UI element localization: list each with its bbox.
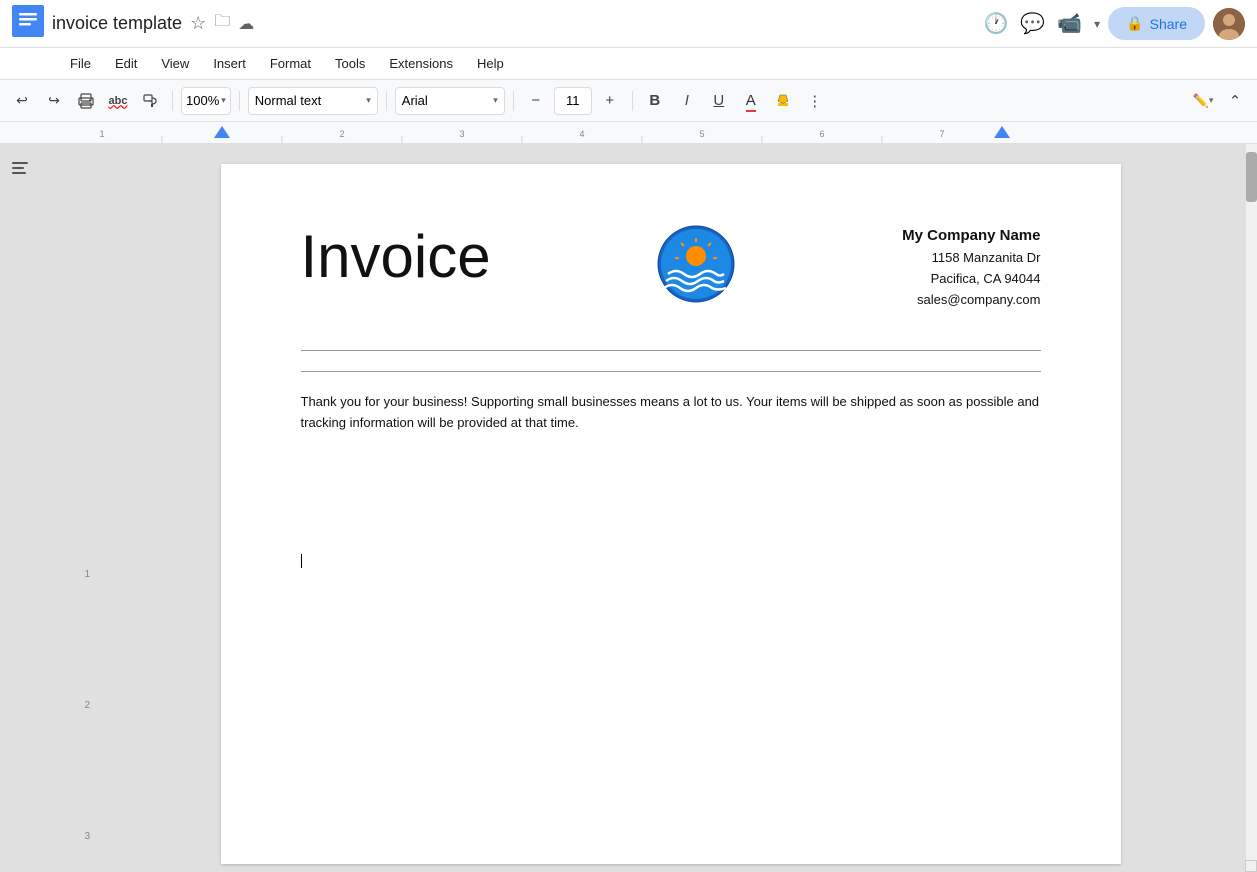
company-address1: 1158 Manzanita Dr	[902, 248, 1040, 269]
scrollbar[interactable]	[1245, 144, 1257, 872]
style-chevron: ▾	[366, 95, 371, 106]
menu-help[interactable]: Help	[467, 52, 514, 75]
zoom-control[interactable]: 100% ▾	[181, 87, 231, 115]
cursor-area	[301, 554, 1041, 568]
divider-2	[301, 371, 1041, 372]
menu-file[interactable]: File	[60, 52, 101, 75]
document-outline-button[interactable]	[0, 144, 40, 872]
svg-text:2: 2	[339, 129, 344, 139]
style-value: Normal text	[255, 93, 321, 108]
menu-view[interactable]: View	[151, 52, 199, 75]
company-info: My Company Name 1158 Manzanita Dr Pacifi…	[902, 224, 1040, 310]
spellcheck-button[interactable]: abc	[104, 87, 132, 115]
left-margin: 1 2 3 4	[40, 144, 96, 872]
edit-mode-button[interactable]: ✏️ ▾	[1189, 87, 1217, 115]
app-icon	[12, 5, 44, 42]
svg-text:4: 4	[579, 129, 584, 139]
company-name: My Company Name	[902, 224, 1040, 248]
invoice-title: Invoice	[301, 224, 491, 290]
company-logo	[651, 224, 741, 304]
svg-text:1: 1	[99, 129, 104, 139]
divider-1	[301, 350, 1041, 351]
more-options-button[interactable]: ⋮	[801, 87, 829, 115]
top-right-controls: 🕐 💬 📹 ▾	[983, 11, 1100, 36]
style-select[interactable]: Normal text ▾	[248, 87, 378, 115]
title-icons: ☆ 🗀 ☁	[190, 10, 254, 37]
comment-icon[interactable]: 💬	[1020, 11, 1045, 36]
invoice-title-block: Invoice	[301, 224, 491, 290]
folder-icon[interactable]: 🗀	[214, 10, 230, 37]
collapse-toolbar-button[interactable]: ⌃	[1221, 87, 1249, 115]
italic-button[interactable]: I	[673, 87, 701, 115]
highlight-button[interactable]	[769, 87, 797, 115]
font-chevron: ▾	[493, 95, 498, 106]
history-icon[interactable]: 🕐	[983, 11, 1008, 36]
star-icon[interactable]: ☆	[190, 13, 206, 34]
font-size-input[interactable]: 11	[554, 87, 592, 115]
thank-you-text[interactable]: Thank you for your business! Supporting …	[301, 392, 1041, 434]
separator-2	[239, 91, 240, 111]
document-page[interactable]: Invoice	[221, 164, 1121, 864]
doc-title[interactable]: invoice template	[52, 13, 182, 34]
zoom-chevron: ▾	[221, 95, 226, 106]
separator-1	[172, 91, 173, 111]
share-lock-icon: 🔒	[1126, 15, 1143, 32]
page-wrapper: Invoice	[96, 144, 1245, 872]
bold-button[interactable]: B	[641, 87, 669, 115]
menu-extensions[interactable]: Extensions	[379, 52, 463, 75]
meet-chevron[interactable]: ▾	[1094, 17, 1100, 31]
invoice-header: Invoice	[301, 224, 1041, 310]
company-address2: Pacifica, CA 94044	[902, 269, 1040, 290]
font-value: Arial	[402, 93, 428, 108]
font-color-button[interactable]: A	[737, 87, 765, 115]
zoom-value: 100%	[186, 93, 219, 108]
ruler: 1 1 2 3 4 5 6 7	[0, 122, 1257, 144]
scrollbar-thumb[interactable]	[1246, 152, 1257, 202]
separator-3	[386, 91, 387, 111]
font-size-value: 11	[566, 93, 580, 108]
svg-text:5: 5	[699, 129, 704, 139]
svg-text:3: 3	[459, 129, 464, 139]
menu-bar: File Edit View Insert Format Tools Exten…	[0, 48, 1257, 80]
redo-button[interactable]: ↪	[40, 87, 68, 115]
menu-format[interactable]: Format	[260, 52, 321, 75]
svg-text:6: 6	[819, 129, 824, 139]
separator-5	[632, 91, 633, 111]
font-size-minus-button[interactable]: −	[522, 87, 550, 115]
print-button[interactable]	[72, 87, 100, 115]
scroll-corner	[1245, 860, 1257, 872]
share-button[interactable]: 🔒 Share	[1108, 7, 1205, 40]
company-email: sales@company.com	[902, 290, 1040, 311]
undo-button[interactable]: ↩	[8, 87, 36, 115]
text-cursor	[301, 554, 302, 568]
svg-text:7: 7	[939, 129, 944, 139]
cloud-icon[interactable]: ☁	[238, 14, 254, 34]
font-size-plus-button[interactable]: +	[596, 87, 624, 115]
meet-icon[interactable]: 📹	[1057, 11, 1082, 36]
user-avatar[interactable]	[1213, 8, 1245, 40]
paint-format-button[interactable]	[136, 87, 164, 115]
underline-button[interactable]: U	[705, 87, 733, 115]
document-area: 1 2 3 4 Invoice	[0, 144, 1257, 872]
top-bar: invoice template ☆ 🗀 ☁ 🕐 💬 📹 ▾ 🔒 Share	[0, 0, 1257, 48]
share-label: Share	[1150, 16, 1187, 32]
menu-insert[interactable]: Insert	[203, 52, 256, 75]
menu-edit[interactable]: Edit	[105, 52, 147, 75]
font-select[interactable]: Arial ▾	[395, 87, 505, 115]
toolbar: ↩ ↪ abc 100% ▾ Normal text ▾ Arial ▾ −	[0, 80, 1257, 122]
separator-4	[513, 91, 514, 111]
menu-tools[interactable]: Tools	[325, 52, 375, 75]
